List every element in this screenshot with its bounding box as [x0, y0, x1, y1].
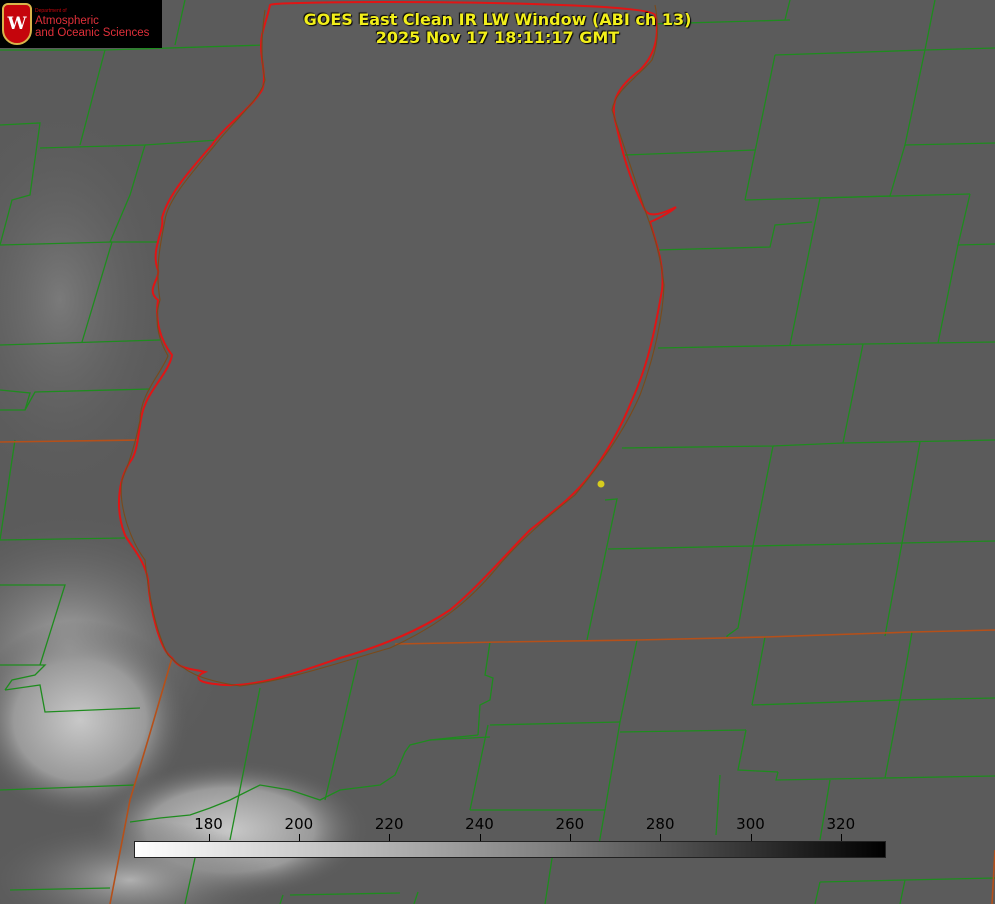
- colorbar-tick-label: 320: [826, 815, 856, 833]
- colorbar-tick-label: 260: [555, 815, 585, 833]
- title-timestamp: 2025 Nov 17 18:11:17 GMT: [375, 28, 620, 47]
- colorbar-tick-label: 280: [645, 815, 675, 833]
- satellite-map: [0, 0, 995, 904]
- colorbar-tick-mark: [298, 834, 300, 841]
- location-marker: [597, 480, 605, 488]
- colorbar-tick-label: 240: [465, 815, 494, 833]
- colorbar-tick-label: 220: [374, 815, 404, 833]
- colorbar-tick-label: 180: [194, 815, 223, 833]
- colorbar-tick-mark: [389, 834, 391, 841]
- colorbar-tick-mark: [840, 834, 842, 841]
- title-product: GOES East Clean IR LW Window (ABI ch 13): [303, 10, 692, 29]
- image-title: GOES East Clean IR LW Window (ABI ch 13)…: [0, 11, 995, 47]
- temperature-colorbar: [134, 841, 886, 858]
- colorbar-tick-mark: [569, 834, 571, 841]
- colorbar-tick-mark: [750, 834, 752, 841]
- colorbar-tick-mark: [660, 834, 662, 841]
- satellite-image-viewer: W Department of Atmospheric and Oceanic …: [0, 0, 995, 904]
- colorbar-tick-mark: [208, 834, 210, 841]
- colorbar-tick-label: 200: [284, 815, 314, 833]
- colorbar-tick-mark: [479, 834, 481, 841]
- colorbar-tick-label: 300: [736, 815, 765, 833]
